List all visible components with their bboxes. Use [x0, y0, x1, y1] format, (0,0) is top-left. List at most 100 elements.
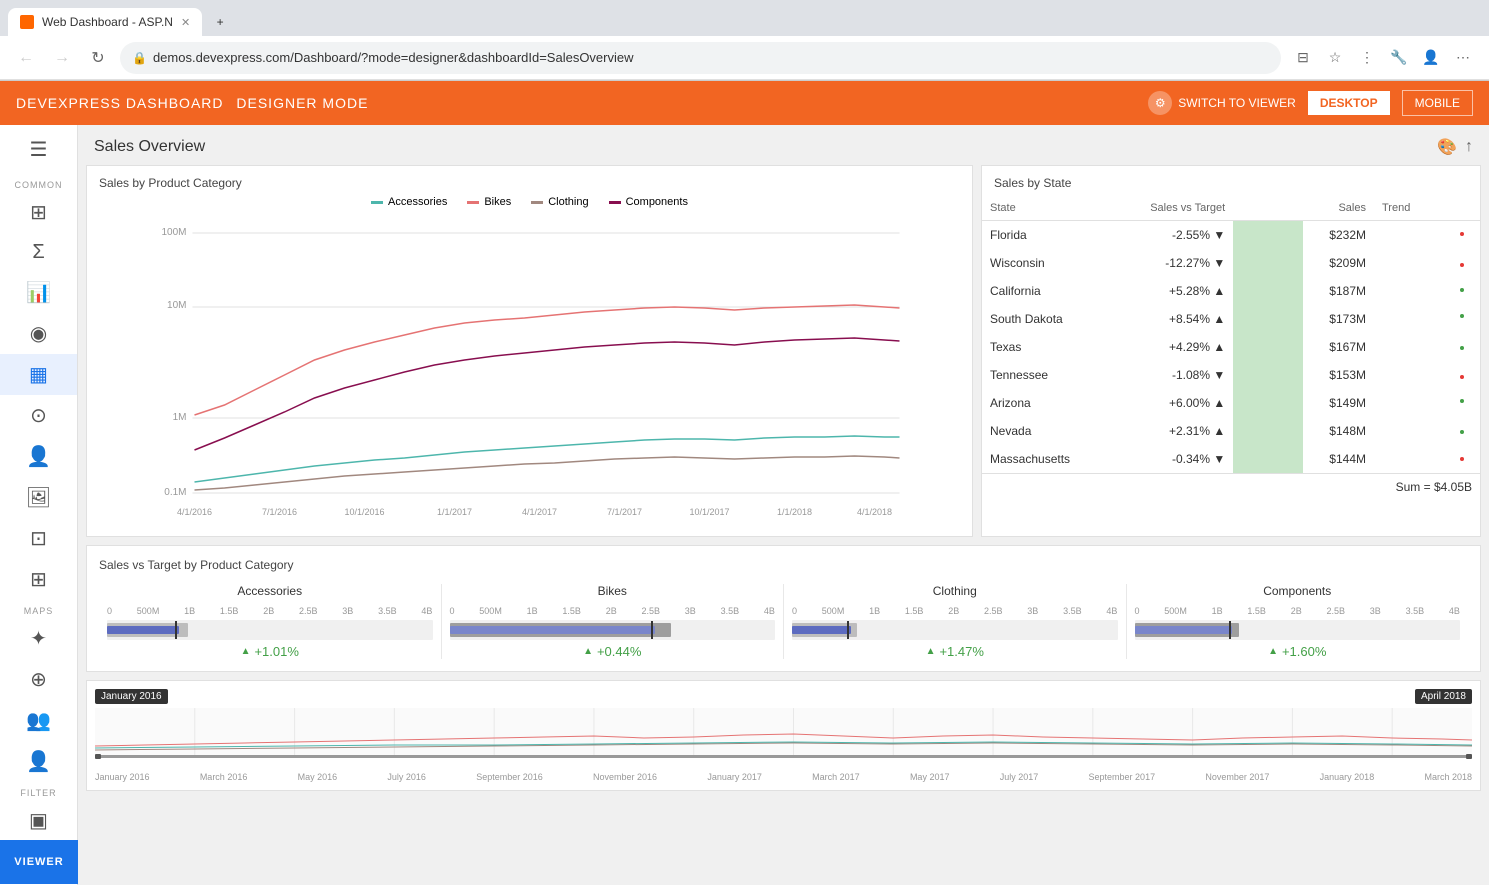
timeline-x-may16: May 2016 — [298, 772, 338, 782]
bullet-label-clothing: Clothing — [792, 584, 1118, 598]
bullet-bikes: Bikes 0500M1B1.5B2B2.5B3B3.5B4B ▲ +0.44% — [442, 584, 785, 659]
desktop-btn[interactable]: DESKTOP — [1308, 91, 1390, 115]
timeline-x-may17: May 2017 — [910, 772, 950, 782]
sidebar-item-card[interactable]: 👤 — [0, 436, 77, 477]
bullet-bar-clothing — [792, 620, 1118, 640]
switch-viewer-btn[interactable]: ⚙ SWITCH TO VIEWER — [1148, 91, 1296, 115]
sidebar-item-pie[interactable]: ◉ — [0, 313, 77, 354]
sidebar-menu-btn[interactable]: ☰ — [0, 125, 77, 174]
mobile-btn[interactable]: MOBILE — [1402, 90, 1473, 116]
sidebar-item-image[interactable]: 🖼 — [0, 477, 77, 518]
sidebar-item-geopoint[interactable]: ✦ — [0, 618, 77, 659]
cell-pct: +8.54% ▲ — [1111, 305, 1233, 333]
timeline-x-mar16: March 2016 — [200, 772, 248, 782]
sum-row: Sum = $4.05B — [982, 473, 1480, 500]
sidebar-item-chart[interactable]: 📊 — [0, 272, 77, 313]
legend-label-accessories: Accessories — [388, 196, 447, 208]
sidebar-item-choropleth[interactable]: ⊕ — [0, 659, 77, 700]
table-row: South Dakota +8.54% ▲ $173M — [982, 305, 1480, 333]
richtext-icon: ⊡ — [30, 526, 47, 551]
viewer-bar[interactable]: VIEWER — [0, 840, 78, 884]
bullet-card: Sales vs Target by Product Category Acce… — [86, 545, 1481, 672]
sidebar-item-filter-range[interactable]: ▣ — [0, 800, 77, 841]
cell-bar — [1233, 333, 1303, 361]
tab-close[interactable]: ✕ — [181, 16, 190, 29]
forward-button[interactable]: → — [48, 44, 76, 72]
bullet-axis-bikes: 0500M1B1.5B2B2.5B3B3.5B4B — [450, 606, 776, 616]
bullet-label-accessories: Accessories — [107, 584, 433, 598]
star-button[interactable]: ☆ — [1321, 44, 1349, 72]
combo-icon: ⊞ — [30, 567, 47, 592]
bookmarks-button[interactable]: ⊟ — [1289, 44, 1317, 72]
sidebar-item-pivot[interactable]: Σ — [0, 233, 77, 272]
timeline-header: January 2016 April 2018 — [95, 689, 1472, 704]
sidebar-item-piemap[interactable]: 👤 — [0, 741, 77, 782]
bullet-bar-accessories — [107, 620, 433, 640]
page-title-actions: 🎨 ↑ — [1437, 137, 1473, 157]
svg-text:1/1/2018: 1/1/2018 — [777, 507, 812, 517]
sales-category-title: Sales by Product Category — [87, 166, 972, 196]
timeline-x-mar18: March 2018 — [1424, 772, 1472, 782]
legend-bikes: Bikes — [467, 196, 511, 208]
header-actions: ⚙ SWITCH TO VIEWER DESKTOP MOBILE — [1148, 90, 1473, 116]
timeline-x-jan16: January 2016 — [95, 772, 150, 782]
timeline-card: January 2016 April 2018 — [86, 680, 1481, 791]
timeline-x-sep16: September 2016 — [476, 772, 543, 782]
bullet-pct-accessories: ▲ +1.01% — [107, 644, 433, 659]
sidebar-item-gauge[interactable]: ⊙ — [0, 395, 77, 436]
svg-text:100M: 100M — [161, 227, 186, 238]
cell-bar — [1233, 221, 1303, 249]
sidebar-item-bubble[interactable]: 👥 — [0, 700, 77, 741]
sidebar-item-grid[interactable]: ⊞ — [0, 192, 77, 233]
address-bar[interactable]: 🔒 demos.devexpress.com/Dashboard/?mode=d… — [120, 42, 1281, 74]
legend-accessories: Accessories — [371, 196, 447, 208]
bullet-axis-components: 0500M1B1.5B2B2.5B3B3.5B4B — [1135, 606, 1461, 616]
gauge-icon: ⊙ — [30, 403, 47, 428]
new-tab-btn[interactable]: + — [202, 8, 238, 36]
legend-color-accessories — [371, 201, 383, 204]
svg-text:1/1/2017: 1/1/2017 — [437, 507, 472, 517]
svg-text:10/1/2017: 10/1/2017 — [689, 507, 729, 517]
table-row: Texas +4.29% ▲ $167M — [982, 333, 1480, 361]
timeline-x-sep17: September 2017 — [1089, 772, 1156, 782]
sidebar-item-richtext[interactable]: ⊡ — [0, 518, 77, 559]
back-button[interactable]: ← — [12, 44, 40, 72]
palette-btn[interactable]: 🎨 — [1437, 137, 1457, 157]
share-btn[interactable]: ↑ — [1465, 137, 1473, 157]
browser-nav: ← → ↻ 🔒 demos.devexpress.com/Dashboard/?… — [0, 36, 1489, 80]
refresh-button[interactable]: ↻ — [84, 44, 112, 72]
cell-bar — [1233, 249, 1303, 277]
svg-text:7/1/2016: 7/1/2016 — [262, 507, 297, 517]
sales-category-card: Sales by Product Category Accessories Bi… — [86, 165, 973, 537]
sidebar-item-list[interactable]: ▦ — [0, 354, 77, 395]
more-button[interactable]: ⋯ — [1449, 44, 1477, 72]
line-chart-svg: 100M 10M 1M 0.1M — [95, 220, 964, 520]
profile-button[interactable]: 👤 — [1417, 44, 1445, 72]
cell-trend — [1374, 249, 1480, 277]
switch-viewer-icon: ⚙ — [1148, 91, 1172, 115]
choropleth-icon: ⊕ — [30, 667, 47, 692]
grid-icon: ⊞ — [30, 200, 47, 225]
top-charts-row: Sales by Product Category Accessories Bi… — [86, 165, 1481, 537]
bullet-label-components: Components — [1135, 584, 1461, 598]
cell-trend — [1374, 305, 1480, 333]
timeline-x-jul17: July 2017 — [1000, 772, 1039, 782]
cell-pct: +6.00% ▲ — [1111, 389, 1233, 417]
cell-bar — [1233, 277, 1303, 305]
timeline-x-nov17: November 2017 — [1205, 772, 1269, 782]
pie-icon: ◉ — [30, 321, 47, 346]
sidebar-item-combo[interactable]: ⊞ — [0, 559, 77, 600]
active-tab[interactable]: Web Dashboard - ASP.N ✕ — [8, 8, 202, 36]
table-row: Arizona +6.00% ▲ $149M — [982, 389, 1480, 417]
timeline-svg — [95, 708, 1472, 763]
svg-text:1M: 1M — [173, 412, 187, 423]
timeline-chart[interactable] — [95, 708, 1472, 768]
legend-label-bikes: Bikes — [484, 196, 511, 208]
cell-bar — [1233, 389, 1303, 417]
cell-pct: +4.29% ▲ — [1111, 333, 1233, 361]
timeline-start: January 2016 — [95, 689, 168, 704]
sidebar: ☰ COMMON ⊞ Σ 📊 ◉ ▦ ⊙ 👤 🖼 ⊡ ⊞ — [0, 125, 78, 885]
menu-button[interactable]: ⋮ — [1353, 44, 1381, 72]
extensions-button[interactable]: 🔧 — [1385, 44, 1413, 72]
table-row: Nevada +2.31% ▲ $148M — [982, 417, 1480, 445]
